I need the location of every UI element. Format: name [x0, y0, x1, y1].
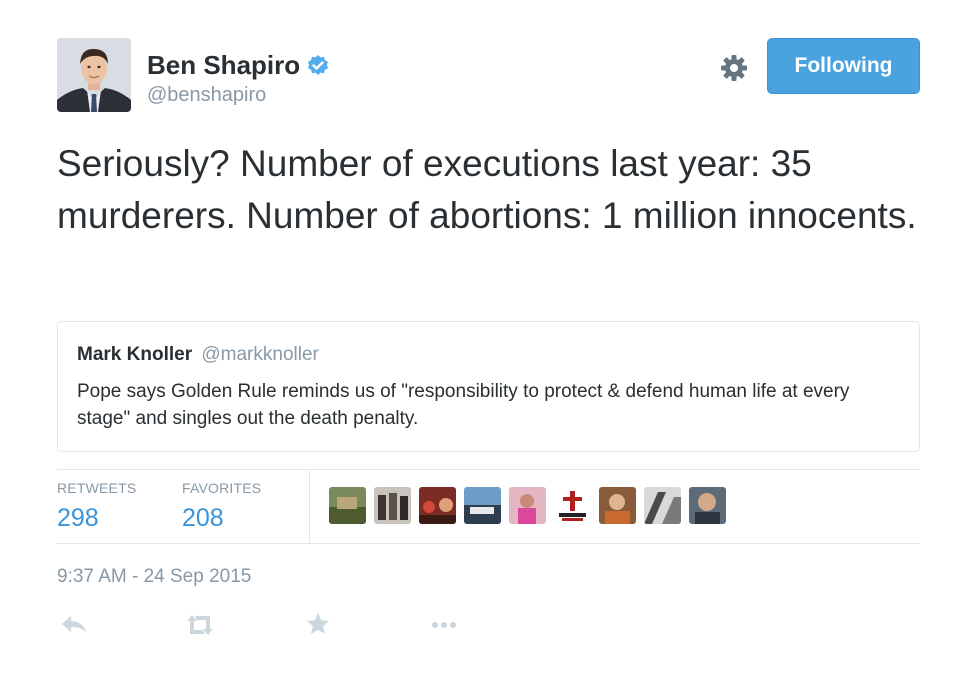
- retweets-count[interactable]: 298: [57, 504, 136, 533]
- favorites-label: FAVORITES: [182, 480, 262, 496]
- following-button[interactable]: Following: [767, 38, 920, 94]
- favoriter-avatar[interactable]: [419, 487, 456, 524]
- favoriter-avatar[interactable]: [599, 487, 636, 524]
- favorite-icon[interactable]: [305, 612, 335, 638]
- author-name-text[interactable]: Ben Shapiro: [147, 50, 300, 81]
- favoriter-avatar[interactable]: [509, 487, 546, 524]
- retweets-label: RETWEETS: [57, 480, 137, 496]
- stats-divider: [309, 470, 310, 543]
- tweet-timestamp[interactable]: 9:37 AM - 24 Sep 2015: [57, 566, 251, 588]
- favoriter-avatar[interactable]: [554, 487, 591, 524]
- avatar-image: [57, 38, 131, 112]
- gear-icon[interactable]: [719, 53, 749, 83]
- quoted-tweet[interactable]: Mark Knoller @markknoller Pope says Gold…: [57, 321, 920, 452]
- tweet-text: Seriously? Number of executions last yea…: [57, 143, 917, 236]
- tweet-stats: RETWEETS 298 FAVORITES 208: [57, 469, 920, 544]
- quoted-author-handle[interactable]: @markknoller: [201, 344, 318, 365]
- favoriter-avatar[interactable]: [374, 487, 411, 524]
- quoted-author-name[interactable]: Mark Knoller: [77, 344, 192, 365]
- retweets-stat[interactable]: RETWEETS 298: [57, 480, 136, 533]
- favorites-stat[interactable]: FAVORITES 208: [182, 480, 261, 533]
- favoriter-avatar[interactable]: [689, 487, 726, 524]
- more-icon[interactable]: [430, 612, 460, 638]
- retweet-icon[interactable]: [185, 612, 215, 638]
- favorites-count[interactable]: 208: [182, 504, 261, 533]
- quoted-tweet-text: Pope says Golden Rule reminds us of "res…: [77, 381, 850, 429]
- quoted-tweet-header: Mark Knoller @markknoller: [77, 344, 319, 366]
- author-handle[interactable]: @benshapiro: [147, 84, 266, 107]
- favoriter-avatar[interactable]: [464, 487, 501, 524]
- favoriter-avatar[interactable]: [644, 487, 681, 524]
- favoriters-avatars: [329, 487, 726, 524]
- author-avatar[interactable]: [57, 38, 131, 112]
- reply-icon[interactable]: [59, 612, 89, 638]
- verified-badge-icon: [306, 54, 330, 78]
- favoriter-avatar[interactable]: [329, 487, 366, 524]
- author-name[interactable]: Ben Shapiro: [147, 50, 330, 81]
